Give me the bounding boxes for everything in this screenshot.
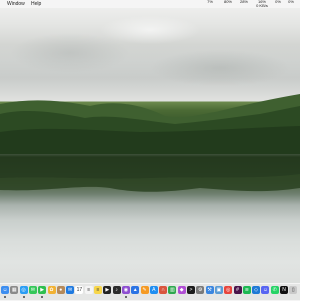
podcasts-icon[interactable]: ◉ — [121, 286, 130, 294]
dock: ☺ ▦ ◎ ✉ ▶ ✿ ● ✉ 17 ≡ ≡ ▶ ♪ ◉ ▲ ✎ A ∩ ▥ ◆ > ⚙ ⚒ ▣ ◎ # ≋ ◇ ☺ ✆ N ▯ — [0, 283, 300, 301]
calendar-icon[interactable]: 17 — [75, 286, 84, 294]
preview-icon[interactable]: ▣ — [214, 286, 223, 294]
spotify-icon[interactable]: ≋ — [242, 286, 251, 294]
menu-window[interactable]: Window — [7, 0, 25, 8]
notes-icon[interactable]: ≡ — [94, 286, 102, 294]
messages-icon[interactable]: ✉ — [28, 286, 37, 294]
photos-icon[interactable]: ✿ — [47, 286, 56, 294]
running-indicator — [124, 296, 127, 298]
network-value: 0 KB/s — [256, 3, 268, 8]
numbers-icon[interactable]: ▥ — [168, 286, 177, 294]
memory-status[interactable]: 80% — [222, 0, 234, 4]
battery-value: 0% — [288, 0, 294, 4]
discord-icon[interactable]: ☺ — [261, 286, 270, 294]
cpu-status[interactable]: 7% — [205, 0, 215, 4]
system-preferences-icon[interactable]: ⚙ — [196, 286, 205, 294]
vscode-icon[interactable]: ◇ — [252, 286, 261, 294]
running-indicator — [4, 296, 6, 298]
pixelmator-icon[interactable]: ◆ — [177, 286, 186, 294]
xcode-icon[interactable]: ⚒ — [205, 286, 214, 294]
music-icon[interactable]: ♪ — [112, 286, 121, 294]
disk-status[interactable]: 28% — [238, 0, 250, 4]
menu-help[interactable]: Help — [31, 0, 41, 8]
network-status[interactable]: 16% 0 KB/s — [254, 0, 270, 8]
safari-icon[interactable]: ◎ — [19, 286, 28, 294]
keynote-icon[interactable]: ▲ — [131, 286, 140, 294]
facetime-icon[interactable]: ▶ — [38, 286, 47, 294]
disk-value: 28% — [239, 0, 248, 4]
launchpad-icon[interactable]: ▦ — [10, 286, 19, 294]
lake-reflection — [0, 154, 300, 192]
menu-bar: Window Help 7% 80% 28% 16% 0 KB/s 0% 0% — [0, 0, 300, 8]
contacts-icon[interactable]: ● — [56, 286, 65, 294]
terminal-icon[interactable]: > — [187, 286, 195, 294]
running-indicator — [41, 296, 44, 298]
whatsapp-icon[interactable]: ✆ — [270, 286, 279, 294]
desktop-wallpaper — [0, 0, 300, 300]
running-indicator — [22, 296, 25, 298]
pages-icon[interactable]: ✎ — [140, 286, 149, 294]
tv-icon[interactable]: ▶ — [103, 286, 112, 294]
headphones-icon[interactable]: ∩ — [159, 286, 168, 294]
app-store-icon[interactable]: A — [149, 286, 158, 294]
sky-clouds — [0, 8, 300, 102]
mail-icon[interactable]: ✉ — [66, 286, 75, 294]
chrome-icon[interactable]: ◎ — [224, 286, 233, 294]
netflix-icon[interactable]: N — [280, 286, 288, 294]
forest-hills — [0, 94, 300, 154]
cpu-value: 7% — [207, 0, 213, 4]
battery-status[interactable]: 0% — [286, 0, 296, 4]
slack-icon[interactable]: # — [233, 286, 242, 294]
memory-value: 80% — [223, 0, 232, 4]
gpu-value: 0% — [275, 0, 281, 4]
gpu-status[interactable]: 0% — [273, 0, 283, 4]
trash-icon[interactable]: ▯ — [289, 286, 298, 294]
reminders-icon[interactable]: ≡ — [84, 286, 93, 294]
finder-icon[interactable]: ☺ — [1, 286, 9, 294]
